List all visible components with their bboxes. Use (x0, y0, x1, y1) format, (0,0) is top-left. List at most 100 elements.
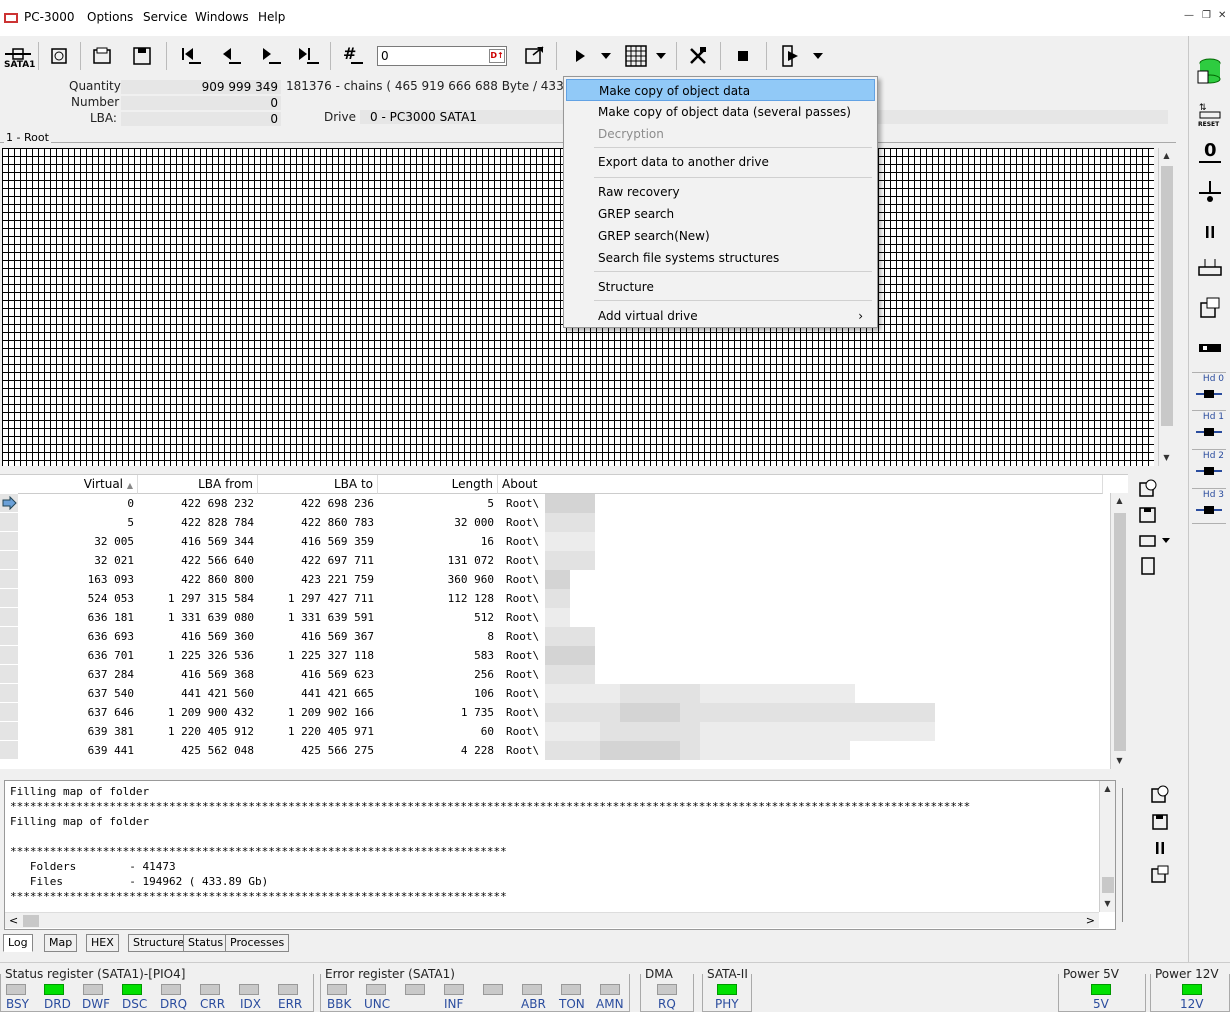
tab-processes[interactable]: Processes (225, 934, 290, 952)
lba-input[interactable]: 0 (377, 46, 507, 66)
grid-view-icon[interactable] (622, 42, 650, 70)
log-hscrollbar[interactable]: < > (5, 912, 1099, 928)
log-vscroll-thumb[interactable] (1102, 877, 1114, 893)
play-icon[interactable] (566, 42, 594, 70)
hd2-port-button[interactable]: Hd 2 (1192, 449, 1226, 485)
row-indicator[interactable] (0, 589, 18, 608)
table-open-dropdown-icon[interactable] (1158, 526, 1174, 554)
menu-options[interactable]: Options (87, 10, 133, 24)
log-hscroll-thumb[interactable] (23, 915, 39, 927)
pause-icon[interactable] (1196, 218, 1224, 246)
reset-icon[interactable]: ⇅ RESET (1196, 100, 1224, 128)
table-row[interactable]: 639 381 1 220 405 912 1 220 405 971 60 Root\ (0, 722, 1110, 741)
scroll-up-icon[interactable]: ▲ (1111, 493, 1128, 509)
drive-panel-icon[interactable] (1196, 334, 1224, 362)
grid-dropdown-icon[interactable] (651, 42, 671, 70)
hd0-port-button[interactable]: Hd 0 (1192, 372, 1226, 408)
map-scroll-thumb[interactable] (1161, 166, 1173, 426)
scan-icon[interactable] (1196, 254, 1224, 282)
ctx-item-grep-search-new[interactable]: GREP search(New) (566, 225, 875, 247)
col-virtual[interactable]: Virtual ▲ (18, 475, 138, 494)
ctx-item-add-virtual-drive[interactable]: Add virtual drive › (566, 305, 875, 327)
first-icon[interactable] (176, 42, 204, 70)
database-icon[interactable] (1196, 58, 1224, 86)
tab-status[interactable]: Status (183, 934, 229, 952)
tab-log[interactable]: Log (3, 934, 33, 952)
table-scrollbar[interactable]: ▲ ▼ (1110, 493, 1128, 769)
scroll-down-icon[interactable]: ▼ (1159, 450, 1174, 466)
table-row[interactable]: 637 284 416 569 368 416 569 623 256 Root\ (0, 665, 1110, 684)
connect-icon[interactable] (1196, 178, 1224, 206)
minimize-icon[interactable]: — (1184, 10, 1194, 21)
row-indicator[interactable] (0, 532, 18, 551)
row-indicator[interactable] (0, 570, 18, 589)
hd1-port-button[interactable]: Hd 1 (1192, 410, 1226, 446)
copy-drive-icon[interactable] (1196, 294, 1224, 322)
scroll-up-icon[interactable]: ▲ (1159, 148, 1174, 164)
scroll-down-icon[interactable]: ▼ (1100, 896, 1115, 912)
ctx-item-grep-search[interactable]: GREP search (566, 203, 875, 225)
table-row[interactable]: 637 646 1 209 900 432 1 209 902 166 1 735 Ro… (0, 703, 1110, 722)
log-refresh-icon[interactable] (1146, 780, 1174, 808)
log-save-icon[interactable] (1146, 808, 1174, 836)
col-lba-from[interactable]: LBA from (138, 475, 258, 494)
row-indicator[interactable] (0, 608, 18, 627)
table-row[interactable]: 5 422 828 784 422 860 783 32 000 Root\ (0, 513, 1110, 532)
table-scroll-thumb[interactable] (1114, 513, 1126, 751)
menu-windows[interactable]: Windows (195, 10, 249, 24)
ctx-item-make-copy-of-object-data[interactable]: Make copy of object data (566, 79, 875, 101)
ctx-item-make-copy-of-object-data-several-passes[interactable]: Make copy of object data (several passes… (566, 101, 875, 123)
tab-structure[interactable]: Structure (128, 934, 190, 952)
close-icon[interactable]: ✕ (1218, 10, 1226, 21)
log-pause-icon[interactable] (1146, 834, 1174, 862)
table-row[interactable]: 637 540 441 421 560 441 421 665 106 Root\ (0, 684, 1110, 703)
ctx-item-search-file-systems-structures[interactable]: Search file systems structures (566, 247, 875, 269)
table-row[interactable]: 0 422 698 232 422 698 236 5 Root\ (0, 494, 1110, 513)
log-vscrollbar[interactable]: ▲ ▼ (1099, 781, 1115, 912)
log-export-icon[interactable] (1146, 860, 1174, 888)
save-icon[interactable] (128, 42, 156, 70)
col-about[interactable]: About (498, 475, 1103, 494)
row-indicator[interactable] (0, 684, 18, 703)
exit-icon[interactable] (776, 42, 804, 70)
menu-help[interactable]: Help (258, 10, 285, 24)
reset-drive-icon[interactable] (45, 42, 73, 70)
goto-lba-icon[interactable]: # (338, 42, 366, 70)
scroll-up-icon[interactable]: ▲ (1100, 781, 1115, 797)
table-row[interactable]: 163 093 422 860 800 423 221 759 360 960 Root… (0, 570, 1110, 589)
next-icon[interactable] (256, 42, 284, 70)
map-refresh-icon[interactable] (1134, 474, 1162, 502)
ctx-item-structure[interactable]: Structure (566, 276, 875, 298)
export-icon[interactable] (520, 42, 548, 70)
hd3-port-button[interactable]: Hd 3 (1192, 488, 1226, 524)
tab-hex[interactable]: HEX (86, 934, 119, 952)
log-splitter[interactable] (1122, 788, 1136, 922)
row-indicator[interactable] (0, 646, 18, 665)
row-indicator[interactable] (0, 722, 18, 741)
ctx-item-export-data-to-another-drive[interactable]: Export data to another drive (566, 151, 875, 173)
table-row[interactable]: 32 021 422 566 640 422 697 711 131 072 Root\ (0, 551, 1110, 570)
scroll-left-icon[interactable]: < (9, 914, 18, 927)
current-row-arrow-icon[interactable] (0, 494, 18, 513)
table-save-icon[interactable] (1134, 500, 1162, 528)
stop-icon[interactable] (729, 42, 757, 70)
exit-dropdown-icon[interactable] (808, 42, 828, 70)
table-row[interactable]: 636 181 1 331 639 080 1 331 639 591 512 Root… (0, 608, 1110, 627)
previous-icon[interactable] (216, 42, 244, 70)
table-row[interactable]: 636 701 1 225 326 536 1 225 327 118 583 Root… (0, 646, 1110, 665)
row-indicator[interactable] (0, 741, 18, 760)
scroll-right-icon[interactable]: > (1086, 914, 1095, 927)
last-icon[interactable] (294, 42, 322, 70)
menu-service[interactable]: Service (143, 10, 187, 24)
restore-icon[interactable]: ❐ (1202, 10, 1211, 21)
row-indicator[interactable] (0, 513, 18, 532)
tools-icon[interactable] (684, 42, 712, 70)
map-scrollbar[interactable]: ▲ ▼ (1158, 148, 1174, 466)
table-clear-icon[interactable] (1134, 552, 1162, 580)
scroll-down-icon[interactable]: ▼ (1111, 753, 1128, 769)
open-icon[interactable] (88, 42, 116, 70)
row-indicator[interactable] (0, 551, 18, 570)
table-row[interactable]: 639 441 425 562 048 425 566 275 4 228 Root\ (0, 741, 1110, 760)
table-row[interactable]: 524 053 1 297 315 584 1 297 427 711 112 128… (0, 589, 1110, 608)
col-lba-to[interactable]: LBA to (258, 475, 378, 494)
